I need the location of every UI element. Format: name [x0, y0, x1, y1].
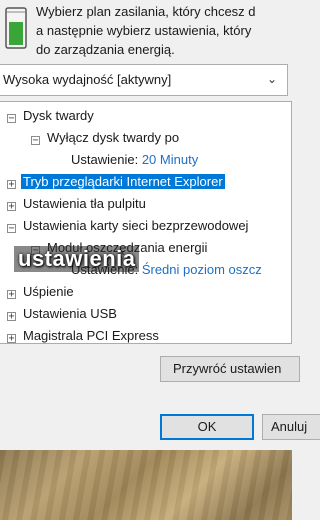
- advanced-settings-tree[interactable]: − Dysk twardy − Wyłącz dysk twardy po Us…: [0, 101, 292, 344]
- header-line-2: a następnie wybierz ustawienia, który: [36, 23, 252, 38]
- dialog-header: Wybierz plan zasilania, który chcesz d a…: [0, 0, 292, 62]
- tree-setting-disk[interactable]: Ustawienie: 20 Minuty: [71, 149, 198, 171]
- expand-toggle-icon[interactable]: +: [7, 180, 16, 190]
- power-plan-dropdown[interactable]: Wysoka wydajność [aktywny] ⌄: [0, 64, 288, 96]
- tree-item-desktop-background[interactable]: Ustawienia tła pulpitu: [23, 193, 146, 215]
- restore-defaults-button[interactable]: Przywróć ustawien: [160, 356, 300, 382]
- tree-item-sleep[interactable]: Uśpienie: [23, 281, 74, 303]
- tree-item-turn-off-disk[interactable]: Wyłącz dysk twardy po: [47, 127, 179, 149]
- collapse-toggle-icon[interactable]: −: [31, 136, 40, 146]
- tree-item-hard-disk[interactable]: Dysk twardy: [23, 105, 94, 127]
- tree-item-pci-express[interactable]: Magistrala PCI Express: [23, 325, 159, 343]
- video-caption-overlay: ustawienia: [14, 246, 140, 272]
- setting-value-link[interactable]: 20 Minuty: [142, 152, 198, 167]
- expand-toggle-icon[interactable]: +: [7, 334, 16, 343]
- expand-toggle-icon[interactable]: +: [7, 290, 16, 300]
- setting-value-link[interactable]: Średni poziom oszcz: [142, 262, 262, 277]
- power-plan-selected-value: Wysoka wydajność [aktywny]: [3, 72, 172, 87]
- tree-item-ie-mode-label: Tryb przeglądarki Internet Explorer: [21, 174, 225, 189]
- expand-toggle-icon[interactable]: +: [7, 312, 16, 322]
- collapse-toggle-icon[interactable]: −: [7, 224, 16, 234]
- setting-label: Ustawienie:: [71, 152, 139, 167]
- header-instructions: Wybierz plan zasilania, który chcesz d a…: [36, 2, 292, 59]
- cancel-button[interactable]: Anuluj: [262, 414, 320, 440]
- ok-button[interactable]: OK: [160, 414, 254, 440]
- collapse-toggle-icon[interactable]: −: [7, 114, 16, 124]
- battery-power-icon: [5, 7, 27, 49]
- power-options-dialog: Wybierz plan zasilania, który chcesz d a…: [0, 0, 320, 450]
- header-line-3: do zarządzania energią.: [36, 42, 175, 57]
- expand-toggle-icon[interactable]: +: [7, 202, 16, 212]
- header-line-1: Wybierz plan zasilania, który chcesz d: [36, 4, 256, 19]
- tree-item-ie-mode[interactable]: Tryb przeglądarki Internet Explorer: [21, 171, 225, 193]
- tree-item-usb[interactable]: Ustawienia USB: [23, 303, 117, 325]
- desk-surface-background: [0, 450, 292, 520]
- tree-item-wireless-adapter[interactable]: Ustawienia karty sieci bezprzewodowej: [23, 215, 248, 237]
- chevron-down-icon[interactable]: ⌄: [267, 72, 277, 86]
